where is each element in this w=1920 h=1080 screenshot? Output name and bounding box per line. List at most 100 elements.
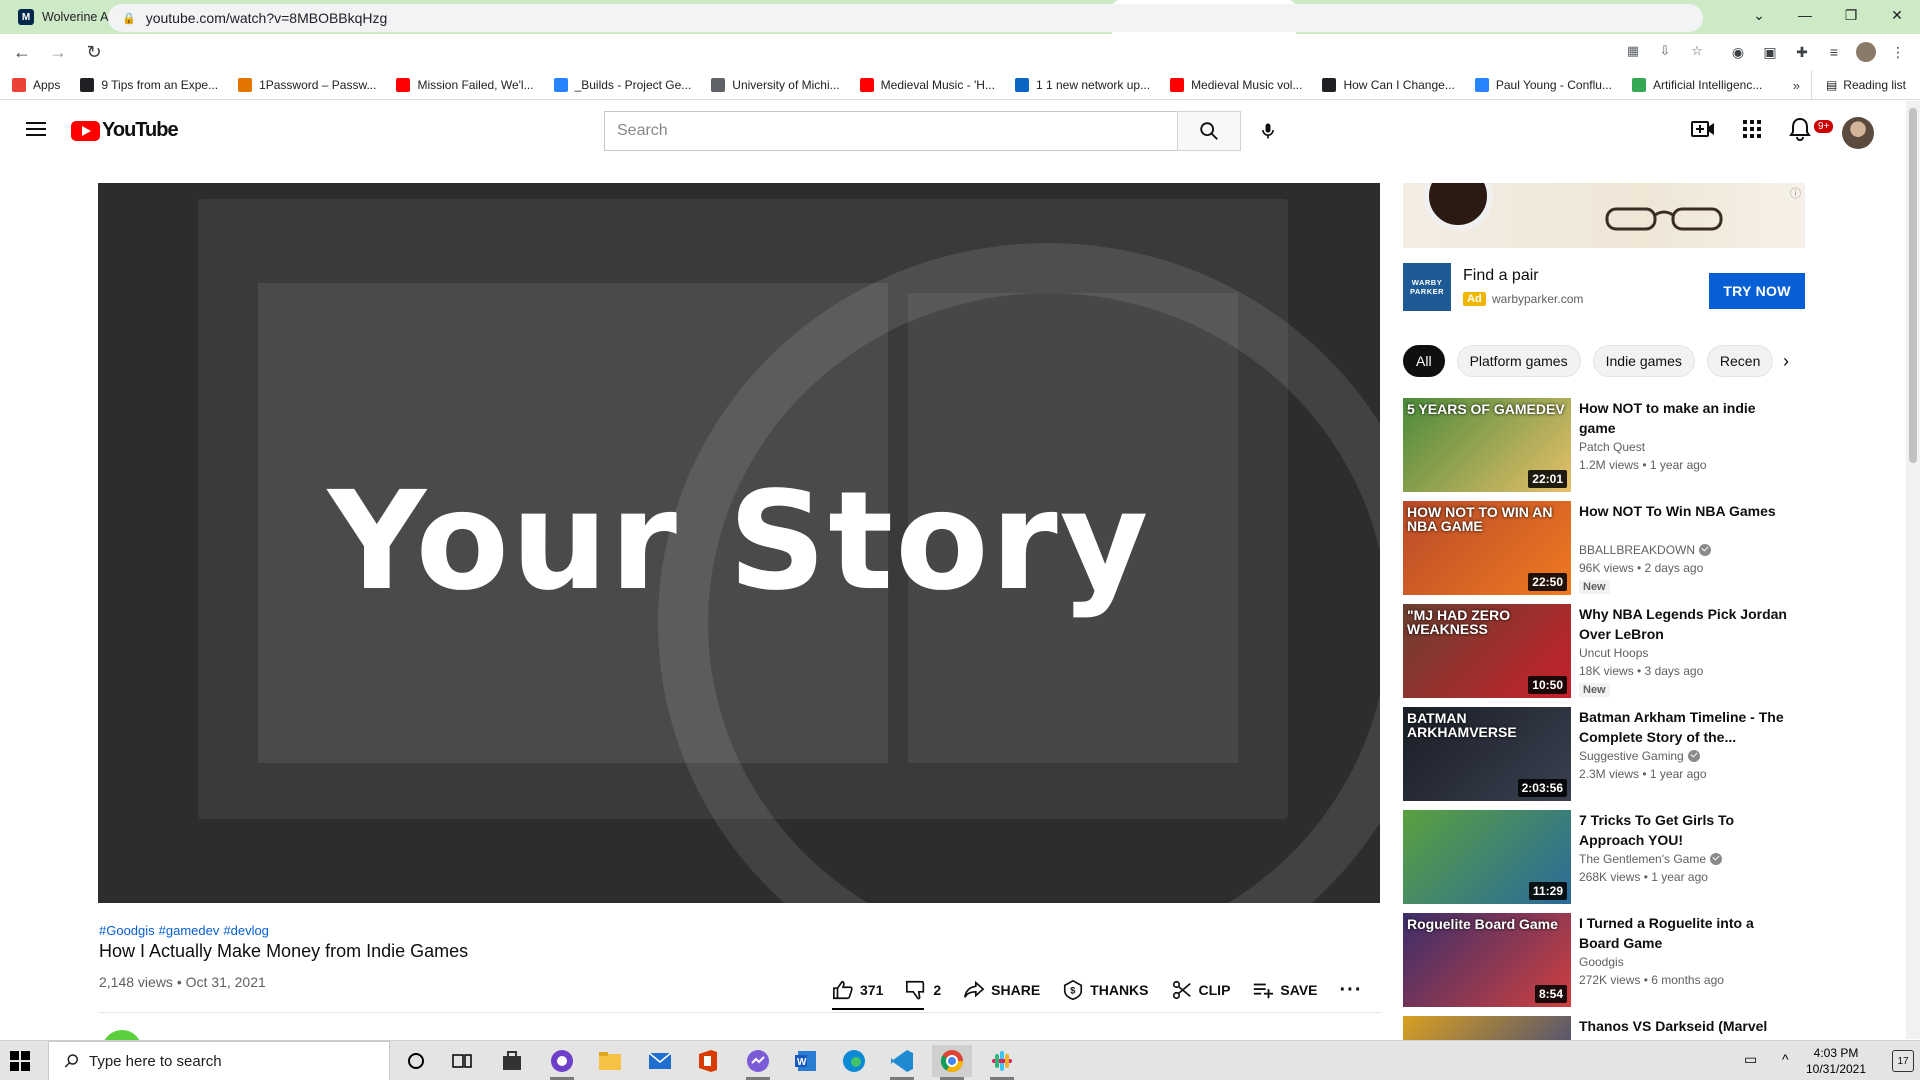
filter-chip[interactable]: Platform games [1456,345,1581,377]
qr-code-icon[interactable]: ▦ [1624,42,1642,60]
video-thumbnail[interactable]: "MJ HAD ZERO WEAKNESS 10:50 [1403,604,1571,698]
channel-name[interactable]: Patch Quest [1579,440,1645,454]
bookmarks-bar: Apps 9 Tips from an Expe... 1Password – Pa… [0,70,1920,100]
reading-list[interactable]: ▤ Reading list [1810,70,1906,100]
bookmark-item[interactable]: University of Michi... [711,77,840,92]
search-input[interactable] [604,111,1177,151]
bookmark-item[interactable]: 9 Tips from an Expe... [80,77,218,92]
reload-icon[interactable]: ↻ [80,38,108,66]
bookmark-item[interactable]: 1 1 new network up... [1014,77,1150,92]
tab-search-icon[interactable]: ⌄ [1736,0,1782,30]
media-control-icon[interactable]: ≡ [1824,42,1844,62]
bookmark-item[interactable]: Medieval Music - 'H... [859,77,995,92]
keyboard-icon[interactable]: ▭ [1744,1051,1757,1068]
channel-name[interactable]: Goodgis [1579,955,1624,969]
address-bar[interactable]: 🔒 youtube.com/watch?v=8MBOBBkqHzg [108,4,1703,32]
slack-icon[interactable] [982,1045,1022,1080]
bookmark-item[interactable]: Paul Young - Conflu... [1474,77,1612,92]
system-clock[interactable]: 4:03 PM 10/31/2021 [1800,1045,1872,1077]
vscode-icon[interactable] [882,1045,922,1080]
cortana-icon[interactable] [396,1045,436,1077]
channel-name[interactable]: BBALLBREAKDOWN [1579,543,1712,557]
recommended-video[interactable]: BATMAN ARKHAMVERSE 2:03:56 Batman Arkham T… [1403,707,1805,801]
dislike-button[interactable]: 2 [905,979,941,1001]
voice-search-button[interactable] [1248,111,1288,151]
video-thumbnail[interactable]: 11:29 [1403,810,1571,904]
word-icon[interactable]: W [786,1045,826,1077]
save-button[interactable]: SAVE [1252,979,1318,1001]
more-actions-icon[interactable]: ··· [1340,979,1363,1002]
chrome-icon[interactable] [932,1045,972,1080]
like-button[interactable]: 371 [832,979,883,1001]
mail-icon[interactable] [640,1045,680,1077]
search-button[interactable] [1177,111,1241,151]
menu-kebab-icon[interactable]: ⋮ [1888,42,1908,62]
bookmarks-overflow-icon[interactable]: » [1793,78,1800,93]
menu-icon[interactable] [24,119,48,139]
bookmark-item[interactable]: 1Password – Passw... [238,77,376,92]
channel-name[interactable]: Uncut Hoops [1579,646,1648,660]
bookmark-item[interactable]: Medieval Music vol... [1170,77,1302,92]
thanks-button[interactable]: $ THANKS [1062,979,1149,1001]
channel-name[interactable]: The Gentlemen's Game [1579,852,1723,866]
video-thumbnail[interactable]: 5 YEARS OF GAMEDEV 22:01 [1403,398,1571,492]
taskbar-search-box[interactable]: Type here to search [48,1041,390,1080]
ad-info-icon[interactable]: ⓘ [1790,185,1801,201]
scrollbar-thumb[interactable] [1909,108,1917,463]
file-explorer-icon[interactable] [590,1045,630,1077]
video-thumbnail[interactable]: BATMAN ARKHAMVERSE 2:03:56 [1403,707,1571,801]
hashtag-link[interactable]: #Goodgis [99,923,155,938]
filter-chip[interactable]: Recen [1706,345,1774,377]
hashtag-link[interactable]: #devlog [223,923,269,938]
bookmark-item[interactable]: How Can I Change... [1322,77,1455,92]
bookmark-item[interactable]: _Builds - Project Ge... [553,77,691,92]
edge-icon[interactable] [834,1045,874,1077]
hashtag-link[interactable]: #gamedev [159,923,220,938]
bookmark-label: Artificial Intelligenc... [1652,77,1763,92]
extension-icon[interactable]: ▣ [1760,42,1780,62]
filter-chip[interactable]: Indie games [1592,345,1695,377]
profile-avatar-icon[interactable] [1856,42,1876,62]
windows-start-icon[interactable] [10,1051,30,1071]
action-center-icon[interactable]: 17 [1892,1050,1914,1072]
recommended-video[interactable]: Roguelite Board Game 8:54 I Turned a Rogue… [1403,913,1805,1007]
install-icon[interactable]: ⇩ [1656,42,1674,60]
video-player[interactable]: Your Story [98,183,1380,903]
messenger-icon[interactable] [738,1045,778,1080]
chevron-right-icon[interactable]: › [1770,345,1802,377]
recommended-video[interactable]: 5 YEARS OF GAMEDEV 22:01 How NOT to make a… [1403,398,1805,492]
puzzle-icon[interactable]: ✚ [1792,42,1812,62]
bookmark-item[interactable]: Artificial Intelligenc... [1631,77,1763,92]
video-thumbnail[interactable]: Roguelite Board Game 8:54 [1403,913,1571,1007]
close-window-button[interactable]: ✕ [1874,0,1920,30]
bookmark-star-icon[interactable]: ☆ [1688,42,1706,60]
office-icon[interactable] [688,1045,728,1077]
show-hidden-icons[interactable]: ^ [1782,1051,1789,1067]
back-icon[interactable]: ← [8,38,36,66]
sidebar-ad[interactable]: ⓘ WARBY PARKER Find a pair Ad warbyparke… [1403,183,1805,313]
extension-icon[interactable]: ◉ [1728,42,1748,62]
filter-chip[interactable]: All [1403,345,1445,377]
account-avatar[interactable] [1842,117,1874,149]
store-icon[interactable] [492,1045,532,1077]
task-view-icon[interactable] [442,1045,482,1077]
minimize-button[interactable]: — [1782,0,1828,30]
recommended-video[interactable]: "MJ HAD ZERO WEAKNESS 10:50 Why NBA Legend… [1403,604,1805,698]
maximize-button[interactable]: ❐ [1828,0,1874,30]
apps-grid-icon[interactable] [1738,115,1766,143]
notifications-bell-icon[interactable] [1786,115,1814,143]
youtube-logo[interactable]: YouTube [71,119,179,142]
try-now-button[interactable]: TRY NOW [1709,273,1805,309]
recommended-video[interactable]: 11:29 7 Tricks To Get Girls To Approach Y… [1403,810,1805,904]
share-button[interactable]: SHARE [963,979,1040,1001]
create-video-icon[interactable] [1689,115,1717,143]
bookmark-item[interactable]: Apps [12,77,60,92]
bookmark-item[interactable]: Mission Failed, We'l... [396,77,534,92]
channel-name[interactable]: Suggestive Gaming [1579,749,1700,763]
recommended-video[interactable]: HOW NOT TO WIN AN NBA GAME 22:50 How NOT T… [1403,501,1805,595]
forward-icon[interactable]: → [44,38,72,66]
clip-button[interactable]: CLIP [1171,979,1230,1001]
github-desktop-icon[interactable] [542,1045,582,1080]
ad-banner-image[interactable]: ⓘ [1403,183,1805,248]
video-thumbnail[interactable]: HOW NOT TO WIN AN NBA GAME 22:50 [1403,501,1571,595]
